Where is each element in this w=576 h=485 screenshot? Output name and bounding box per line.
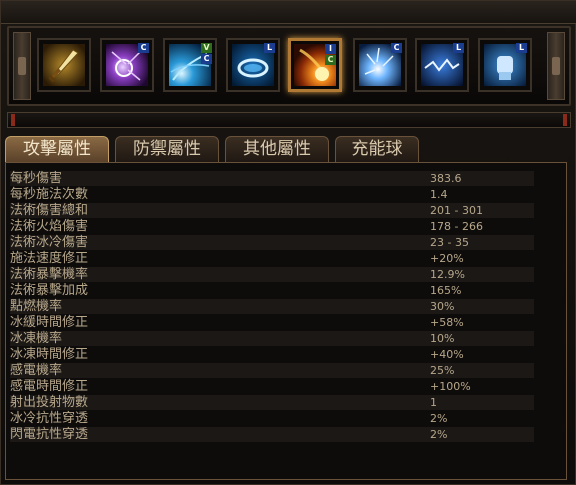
stat-label: 冰緩時間修正: [10, 315, 89, 330]
stat-value: +40%: [430, 348, 464, 361]
stat-row: 感電機率 25%: [10, 363, 534, 378]
stat-row: 點燃機率 30%: [10, 299, 534, 314]
skill-slot-7-badges: L: [453, 43, 464, 53]
stat-value: 2%: [430, 428, 448, 441]
stat-value: 201 - 301: [430, 204, 483, 217]
stat-row: 法術傷害總和 201 - 301: [10, 203, 534, 218]
skill-bar-right-ornament: [547, 32, 565, 100]
stat-label: 法術暴擊機率: [10, 267, 89, 282]
stat-row: 冰緩時間修正 +58%: [10, 315, 534, 330]
support-badge: C: [201, 54, 212, 64]
stat-value: 1: [430, 396, 437, 409]
stat-row: 每秒傷害 383.6: [10, 171, 534, 186]
tab-misc[interactable]: 其他屬性: [225, 136, 329, 162]
skill-slot-6[interactable]: C: [353, 38, 407, 92]
support-badge: I: [325, 44, 336, 54]
stat-label: 閃電抗性穿透: [10, 427, 89, 442]
stat-label: 射出投射物數: [10, 395, 89, 410]
stat-row: 冰凍機率 10%: [10, 331, 534, 346]
skill-slot-2-badges: C: [138, 43, 149, 53]
stat-value: +58%: [430, 316, 464, 329]
stat-row: 閃電抗性穿透 2%: [10, 427, 534, 442]
stat-label: 冰凍機率: [10, 331, 63, 346]
support-badge: L: [516, 43, 527, 53]
support-badge: C: [391, 43, 402, 53]
stat-value: +100%: [430, 380, 471, 393]
skill-slot-4[interactable]: L: [226, 38, 280, 92]
stat-value: 30%: [430, 300, 455, 313]
stat-row: 感電時間修正 +100%: [10, 379, 534, 394]
skill-slot-8-badges: L: [516, 43, 527, 53]
stat-label: 點燃機率: [10, 299, 63, 314]
stat-label: 冰凍時間修正: [10, 347, 89, 362]
stat-row: 冰冷抗性穿透 2%: [10, 411, 534, 426]
stat-label: 法術暴擊加成: [10, 283, 89, 298]
skill-slot-4-badges: L: [264, 43, 275, 53]
support-badge: L: [453, 43, 464, 53]
sword-icon: [43, 44, 85, 86]
skill-bar-left-ornament: [13, 32, 31, 100]
skill-slot-8[interactable]: L: [478, 38, 532, 92]
stat-value: 10%: [430, 332, 455, 345]
tab-offense[interactable]: 攻擊屬性: [5, 136, 109, 162]
support-badge: V: [201, 43, 212, 53]
skill-slot-3[interactable]: V C: [163, 38, 217, 92]
stat-value: 12.9%: [430, 268, 465, 281]
stat-value: 383.6: [430, 172, 462, 185]
support-badge: L: [264, 43, 275, 53]
stat-label: 冰冷抗性穿透: [10, 411, 89, 426]
skill-bar: C V C L I C C L L: [7, 26, 571, 106]
stat-label: 法術冰冷傷害: [10, 235, 89, 250]
stat-row: 每秒施法次數 1.4: [10, 187, 534, 202]
stat-row: 施法速度修正 +20%: [10, 251, 534, 266]
character-stats-window: C V C L I C C L L 攻擊屬性 防禦屬性 其他屬性 充能球 每秒傷…: [0, 0, 576, 485]
skill-bar-divider: [7, 112, 571, 128]
stat-value: 23 - 35: [430, 236, 469, 249]
skill-slot-7[interactable]: L: [415, 38, 469, 92]
stat-value: +20%: [430, 252, 464, 265]
stat-row: 法術火焰傷害 178 - 266: [10, 219, 534, 234]
window-top-border: [1, 1, 576, 24]
stat-row: 法術冰冷傷害 23 - 35: [10, 235, 534, 250]
stat-label: 施法速度修正: [10, 251, 89, 266]
tab-defense[interactable]: 防禦屬性: [115, 136, 219, 162]
stat-label: 每秒施法次數: [10, 187, 89, 202]
stat-label: 感電時間修正: [10, 379, 89, 394]
stat-value: 2%: [430, 412, 448, 425]
skill-slot-5-selected[interactable]: I C: [288, 38, 342, 92]
stat-value: 165%: [430, 284, 462, 297]
skill-slot-3-badges: V C: [201, 43, 212, 64]
stat-row: 冰凍時間修正 +40%: [10, 347, 534, 362]
skill-slot-6-badges: C: [391, 43, 402, 53]
support-badge: C: [325, 55, 336, 65]
tab-charges[interactable]: 充能球: [335, 136, 419, 162]
skill-slot-1[interactable]: [37, 38, 91, 92]
stat-label: 法術火焰傷害: [10, 219, 89, 234]
stat-value: 25%: [430, 364, 455, 377]
stat-row: 法術暴擊機率 12.9%: [10, 267, 534, 282]
stat-label: 每秒傷害: [10, 171, 63, 186]
stat-value: 178 - 266: [430, 220, 483, 233]
stat-label: 法術傷害總和: [10, 203, 89, 218]
stat-row: 法術暴擊加成 165%: [10, 283, 534, 298]
stats-panel: 每秒傷害 383.6 每秒施法次數 1.4 法術傷害總和 201 - 301 法…: [5, 162, 567, 480]
stat-label: 感電機率: [10, 363, 63, 378]
stat-row: 射出投射物數 1: [10, 395, 534, 410]
stat-value: 1.4: [430, 188, 448, 201]
skill-slot-2[interactable]: C: [100, 38, 154, 92]
skill-slot-5-badges: I C: [325, 44, 336, 65]
support-badge: C: [138, 43, 149, 53]
